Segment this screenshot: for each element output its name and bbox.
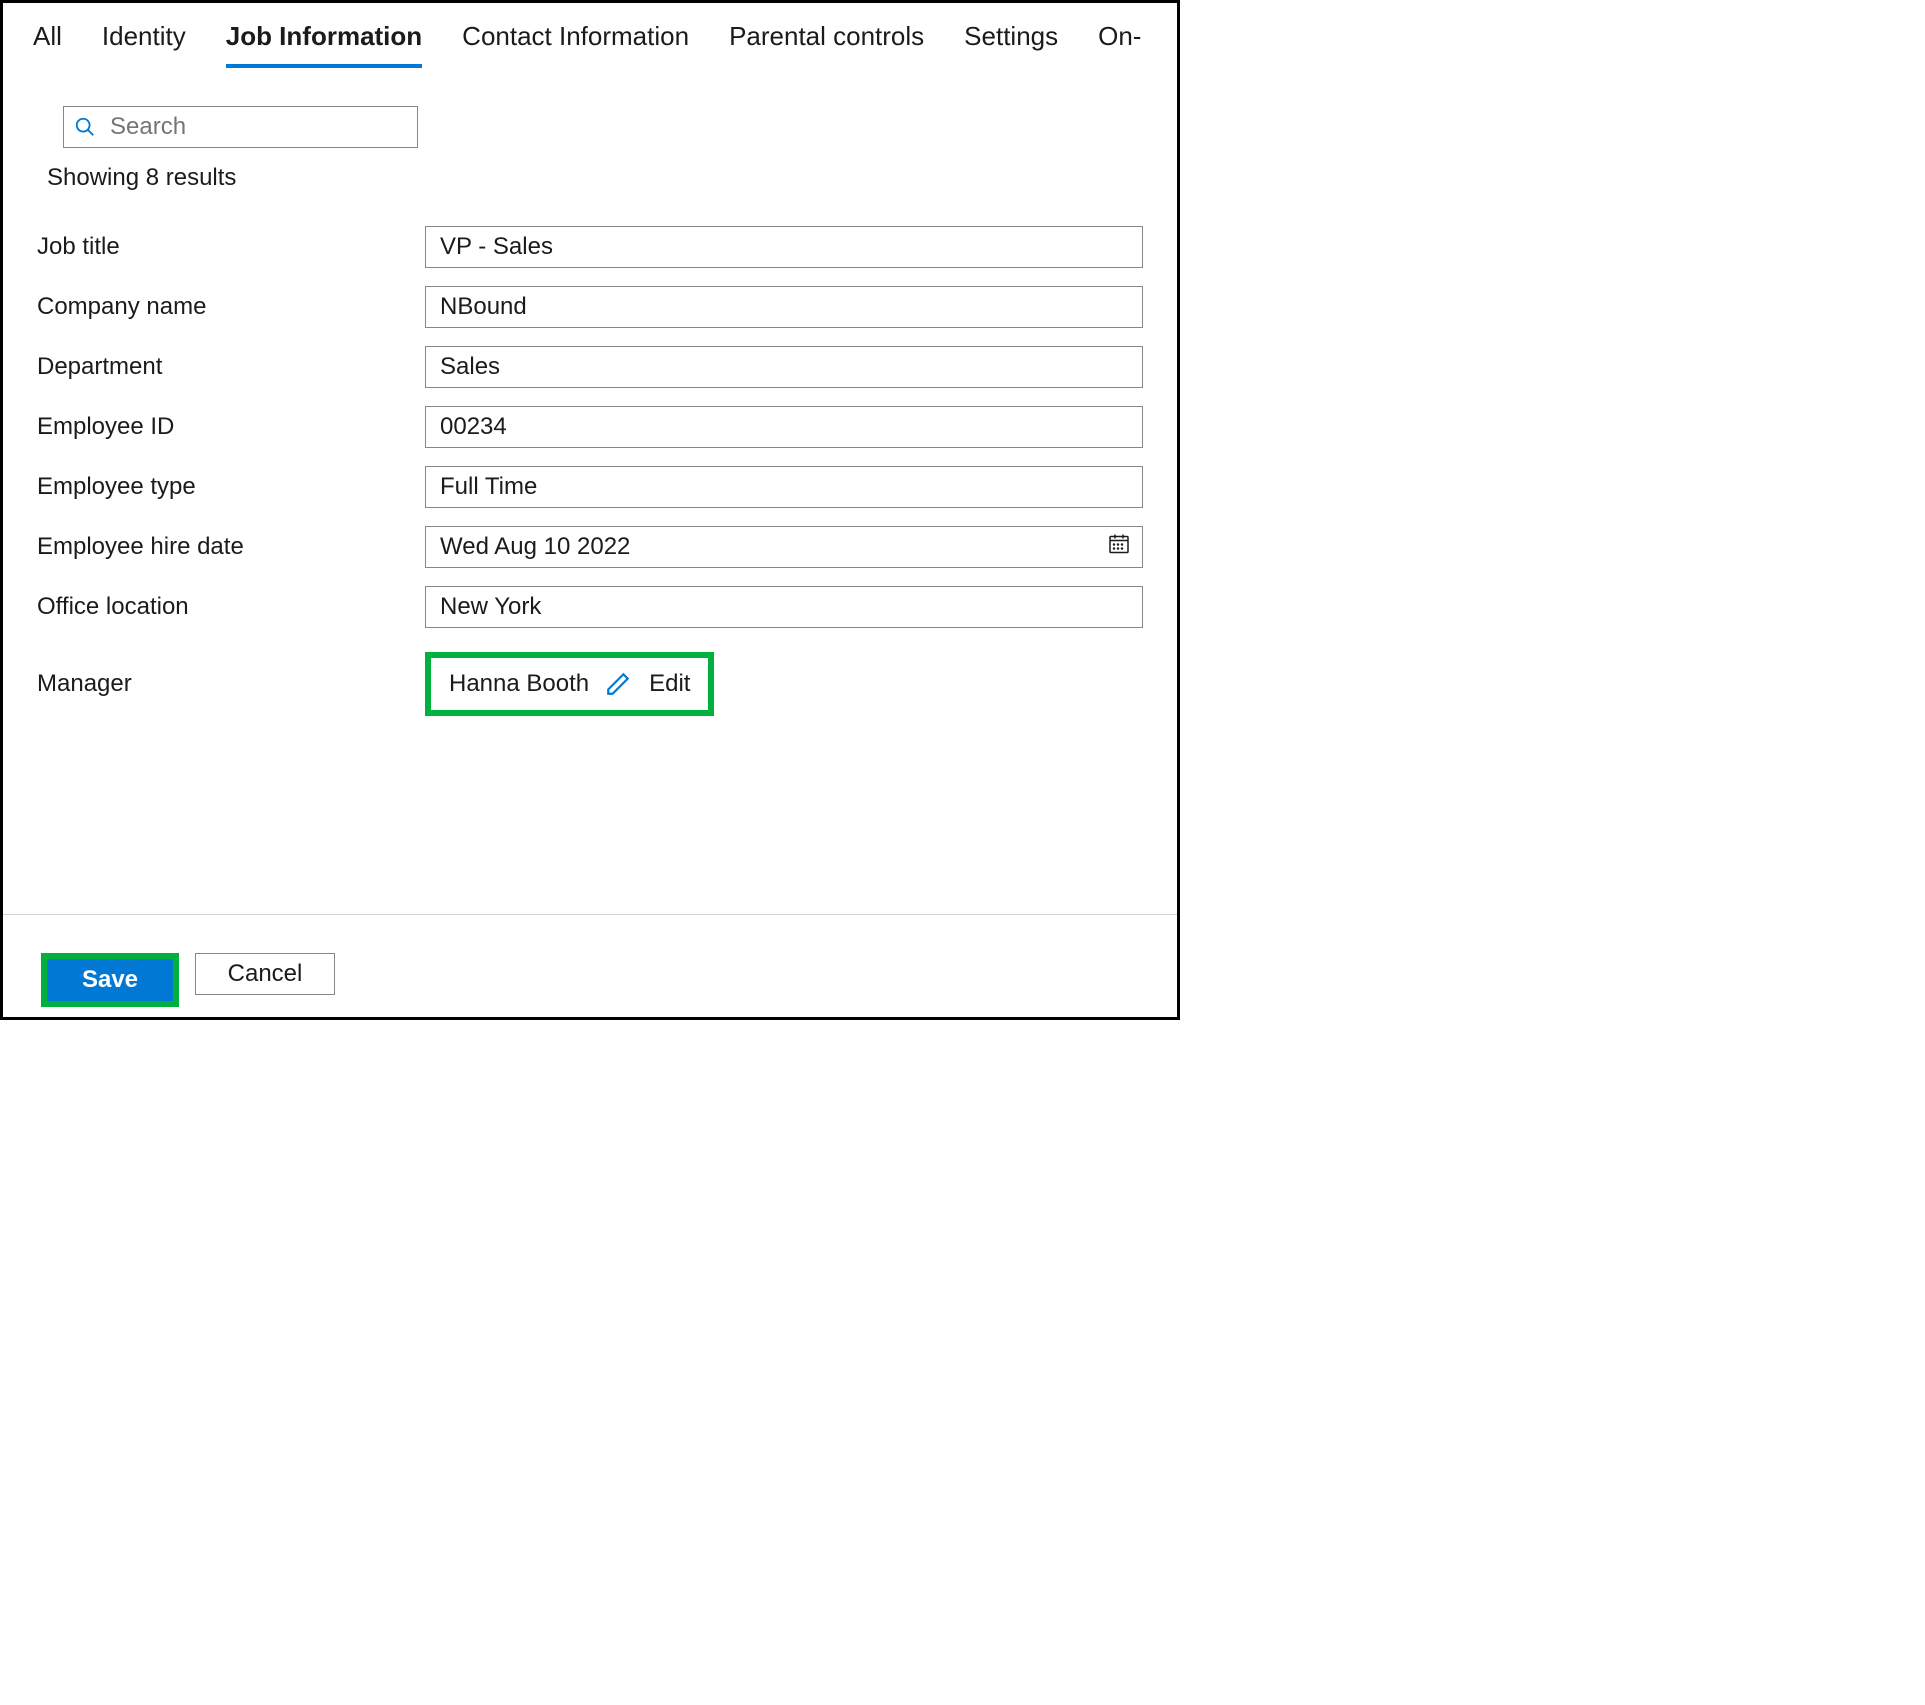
label-office-location: Office location xyxy=(37,593,425,621)
tab-settings[interactable]: Settings xyxy=(964,21,1058,68)
results-count: Showing 8 results xyxy=(3,148,1177,192)
input-job-title[interactable] xyxy=(425,226,1143,268)
input-employee-id[interactable] xyxy=(425,406,1143,448)
search-box[interactable] xyxy=(63,106,418,148)
tab-bar: All Identity Job Information Contact Inf… xyxy=(3,3,1177,68)
manager-name: Hanna Booth xyxy=(449,670,589,698)
tab-all[interactable]: All xyxy=(33,21,62,68)
job-info-panel: All Identity Job Information Contact Inf… xyxy=(0,0,1180,1020)
label-job-title: Job title xyxy=(37,233,425,261)
pencil-icon xyxy=(605,671,631,697)
input-company-name[interactable] xyxy=(425,286,1143,328)
tab-job-information[interactable]: Job Information xyxy=(226,21,422,68)
input-office-location[interactable] xyxy=(425,586,1143,628)
input-department[interactable] xyxy=(425,346,1143,388)
job-info-form: Job title Company name Department Employ… xyxy=(3,192,1177,716)
search-input[interactable] xyxy=(108,112,407,142)
tab-identity[interactable]: Identity xyxy=(102,21,186,68)
tab-on[interactable]: On- xyxy=(1098,21,1141,68)
input-hire-date[interactable] xyxy=(425,526,1143,568)
label-company-name: Company name xyxy=(37,293,425,321)
input-employee-type[interactable] xyxy=(425,466,1143,508)
edit-label: Edit xyxy=(649,670,690,698)
label-employee-id: Employee ID xyxy=(37,413,425,441)
save-highlight: Save xyxy=(41,953,179,1007)
label-department: Department xyxy=(37,353,425,381)
label-manager: Manager xyxy=(37,670,425,698)
tab-contact-information[interactable]: Contact Information xyxy=(462,21,689,68)
cancel-button[interactable]: Cancel xyxy=(195,953,335,995)
save-button[interactable]: Save xyxy=(47,959,173,1001)
label-employee-type: Employee type xyxy=(37,473,425,501)
tab-parental-controls[interactable]: Parental controls xyxy=(729,21,924,68)
manager-edit-group[interactable]: Hanna Booth Edit xyxy=(425,652,714,716)
footer-actions: Save Cancel xyxy=(3,914,1177,1017)
search-icon xyxy=(74,116,96,138)
label-hire-date: Employee hire date xyxy=(37,533,425,561)
